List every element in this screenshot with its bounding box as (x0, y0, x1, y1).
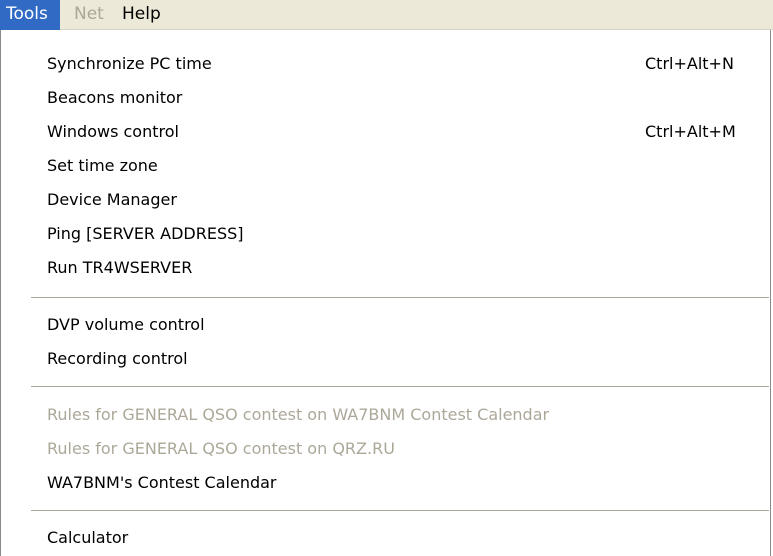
menu-item-calculator[interactable]: Calculator (1, 521, 770, 555)
menu-item-label: Run TR4WSERVER (47, 258, 193, 277)
menu-item-label: Rules for GENERAL QSO contest on QRZ.RU (47, 439, 395, 458)
menu-separator (31, 386, 769, 387)
menu-separator (31, 510, 769, 511)
menu-item-label: Set time zone (47, 156, 158, 175)
menu-item-wa7bnm-contest-calendar[interactable]: WA7BNM's Contest Calendar (1, 466, 770, 500)
menu-net[interactable]: Net (68, 0, 114, 30)
menu-help[interactable]: Help (116, 0, 170, 30)
menu-item-label: Ping [SERVER ADDRESS] (47, 224, 244, 243)
menu-item-label: DVP volume control (47, 315, 205, 334)
menu-tools[interactable]: Tools (0, 0, 60, 30)
menu-item-shortcut: Ctrl+Alt+M (645, 122, 736, 141)
menu-bar: Tools Net Help (0, 0, 773, 30)
menu-item-label: WA7BNM's Contest Calendar (47, 473, 277, 492)
tools-dropdown-menu: Synchronize PC time Ctrl+Alt+N Beacons m… (0, 30, 771, 556)
menu-item-beacons-monitor[interactable]: Beacons monitor (1, 81, 770, 115)
menu-item-label: Rules for GENERAL QSO contest on WA7BNM … (47, 405, 550, 424)
menu-item-ping-server[interactable]: Ping [SERVER ADDRESS] (1, 217, 770, 251)
menu-item-synchronize-pc-time[interactable]: Synchronize PC time Ctrl+Alt+N (1, 47, 770, 81)
menu-item-windows-control[interactable]: Windows control Ctrl+Alt+M (1, 115, 770, 149)
menu-item-label: Windows control (47, 122, 179, 141)
menu-item-label: Calculator (47, 528, 129, 547)
menu-item-device-manager[interactable]: Device Manager (1, 183, 770, 217)
menu-item-set-time-zone[interactable]: Set time zone (1, 149, 770, 183)
menu-item-label: Device Manager (47, 190, 177, 209)
menu-item-label: Synchronize PC time (47, 54, 212, 73)
menu-item-rules-wa7bnm: Rules for GENERAL QSO contest on WA7BNM … (1, 398, 770, 432)
menu-item-run-tr4wserver[interactable]: Run TR4WSERVER (1, 251, 770, 285)
menu-item-label: Beacons monitor (47, 88, 183, 107)
menu-item-recording-control[interactable]: Recording control (1, 342, 770, 376)
menu-separator (31, 297, 769, 298)
menu-item-rules-qrz: Rules for GENERAL QSO contest on QRZ.RU (1, 432, 770, 466)
menu-item-shortcut: Ctrl+Alt+N (645, 54, 734, 73)
menu-item-dvp-volume-control[interactable]: DVP volume control (1, 308, 770, 342)
menu-item-label: Recording control (47, 349, 188, 368)
